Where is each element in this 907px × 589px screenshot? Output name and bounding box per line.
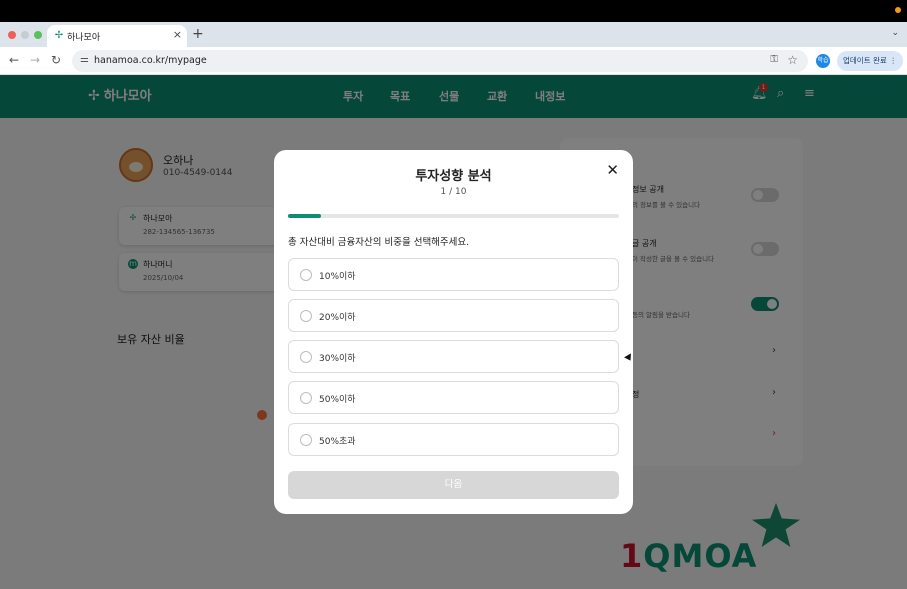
modal-title: 투자성향 분석 xyxy=(415,169,492,184)
back-icon[interactable]: ← xyxy=(9,53,19,67)
option-label: 50%초과 xyxy=(319,437,356,447)
tab-strip: ✢ 하나모아 × + ⌄ xyxy=(0,22,907,47)
web-page: ✢하나모아 투자 목표 선물 교환 내정보 🔔︎ 1 ⌕ ≡ 오하나 010-4… xyxy=(0,75,907,589)
close-icon[interactable]: ✕ xyxy=(606,161,619,179)
progress-fill xyxy=(288,214,322,218)
tab-search-icon[interactable]: ⌄ xyxy=(891,28,899,38)
step-indicator: 1 / 10 xyxy=(440,187,467,197)
option-label: 50%이하 xyxy=(319,395,356,405)
url-text: hanamoa.co.kr/mypage xyxy=(94,55,207,66)
tab-title: 하나모아 xyxy=(67,33,101,43)
reload-icon[interactable]: ↻ xyxy=(51,53,61,67)
zoom-window-button[interactable] xyxy=(34,31,42,39)
progress-bar xyxy=(288,214,619,218)
browser-tab[interactable]: ✢ 하나모아 × xyxy=(47,25,187,47)
radio-icon[interactable] xyxy=(300,310,312,322)
close-window-button[interactable] xyxy=(8,31,16,39)
minimize-window-button[interactable] xyxy=(21,31,29,39)
option-label: 10%이하 xyxy=(319,272,356,282)
option-50-below[interactable]: 50%이하 xyxy=(288,381,619,414)
option-30-below[interactable]: 30%이하 xyxy=(288,340,619,373)
browser-toolbar: ← → ↻ ⚌ hanamoa.co.kr/mypage ⚿ ☆ 학습 업데이트… xyxy=(0,47,907,75)
browser-menu-icon[interactable]: ⋮ xyxy=(890,51,898,71)
radio-icon[interactable] xyxy=(300,269,312,281)
question-text: 총 자산대비 금융자산의 비중을 선택해주세요. xyxy=(288,237,470,248)
menu-bar xyxy=(0,0,907,22)
option-label: 30%이하 xyxy=(319,354,356,364)
bookmark-star-icon[interactable]: ☆ xyxy=(787,53,798,67)
next-button[interactable]: 다음 xyxy=(288,471,619,499)
screen: ✢ 하나모아 × + ⌄ ← → ↻ ⚌ hanamoa.co.kr/mypag… xyxy=(0,0,907,589)
update-label: 업데이트 완료 xyxy=(843,56,887,65)
radio-icon[interactable] xyxy=(300,392,312,404)
update-button[interactable]: 업데이트 완료 ⋮ xyxy=(837,51,903,71)
password-key-icon[interactable]: ⚿ xyxy=(770,54,778,65)
new-tab-icon[interactable]: + xyxy=(192,26,204,42)
option-50-above[interactable]: 50%초과 xyxy=(288,423,619,456)
tab-close-icon[interactable]: × xyxy=(173,28,182,42)
profile-avatar[interactable]: 학습 xyxy=(816,54,830,68)
radio-icon[interactable] xyxy=(300,351,312,363)
site-favicon-icon: ✢ xyxy=(54,30,64,41)
radio-icon[interactable] xyxy=(300,434,312,446)
option-label: 20%이하 xyxy=(319,313,356,323)
recording-indicator xyxy=(895,7,901,13)
investment-profile-modal: 투자성향 분석 ✕ 1 / 10 총 자산대비 금융자산의 비중을 선택해주세요… xyxy=(274,150,633,514)
forward-icon[interactable]: → xyxy=(30,53,40,67)
option-10-below[interactable]: 10%이하 xyxy=(288,258,619,291)
address-bar[interactable]: ⚌ hanamoa.co.kr/mypage ⚿ ☆ xyxy=(72,50,808,72)
option-20-below[interactable]: 20%이하 xyxy=(288,299,619,332)
site-settings-icon[interactable]: ⚌ xyxy=(80,54,89,65)
